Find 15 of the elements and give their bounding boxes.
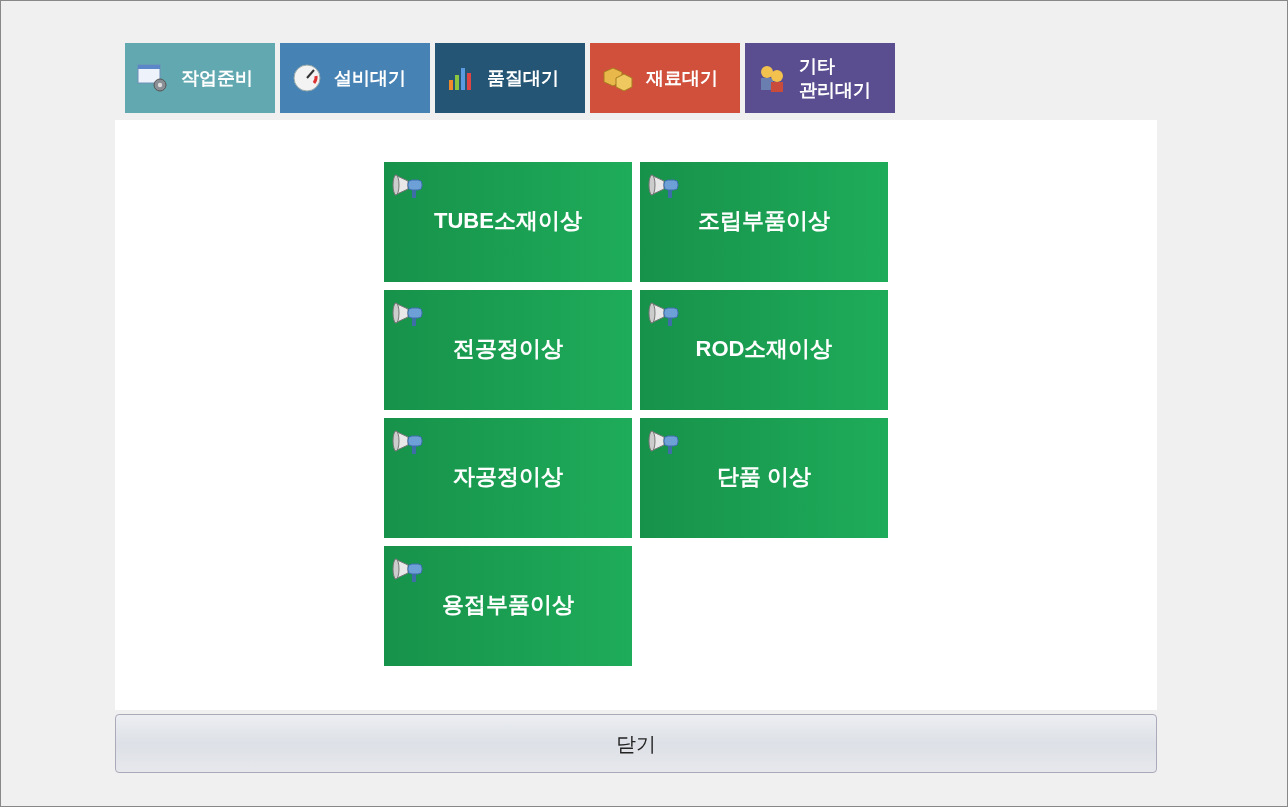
alert-button[interactable]: 전공정이상	[384, 290, 632, 410]
category-tab[interactable]: 재료대기	[590, 43, 740, 113]
category-tab[interactable]: 품질대기	[435, 43, 585, 113]
close-button[interactable]: 닫기	[115, 714, 1157, 773]
category-tab[interactable]: 작업준비	[125, 43, 275, 113]
alert-button[interactable]: ROD소재이상	[640, 290, 888, 410]
alert-button[interactable]: 자공정이상	[384, 418, 632, 538]
alert-button[interactable]: 용접부품이상	[384, 546, 632, 666]
gauge-icon	[292, 63, 322, 93]
alert-button[interactable]: 단품 이상	[640, 418, 888, 538]
category-tab[interactable]: 기타 관리대기	[745, 43, 895, 113]
alert-button[interactable]: 조립부품이상	[640, 162, 888, 282]
alert-button[interactable]: TUBE소재이상	[384, 162, 632, 282]
category-tab[interactable]: 설비대기	[280, 43, 430, 113]
window-gear-icon	[137, 63, 169, 93]
